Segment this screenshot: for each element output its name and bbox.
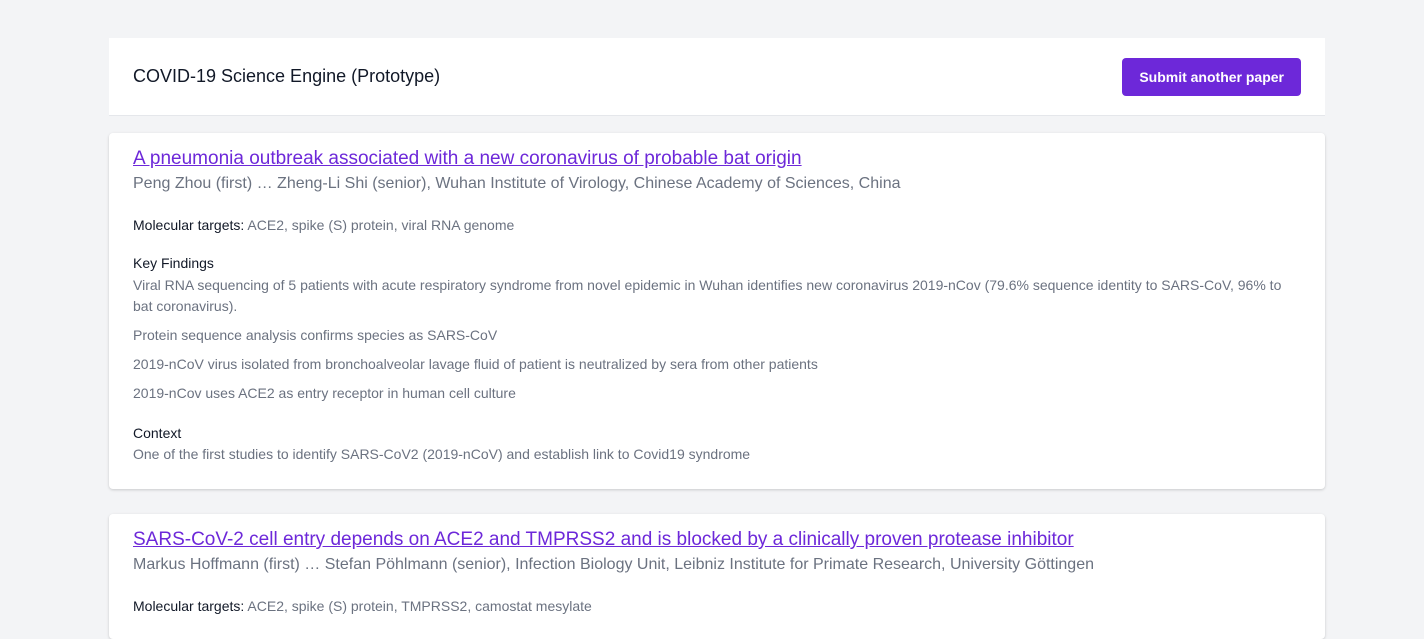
app-title: COVID-19 Science Engine (Prototype)	[133, 66, 441, 86]
finding-item: Viral RNA sequencing of 5 patients with …	[133, 277, 1282, 314]
finding-item: 2019-nCoV virus isolated from bronchoalv…	[133, 356, 818, 372]
molecular-targets-value: ACE2, spike (S) protein, viral RNA genom…	[247, 217, 515, 233]
finding-item: 2019-nCov uses ACE2 as entry receptor in…	[133, 385, 516, 401]
paper-title-link[interactable]: SARS-CoV-2 cell entry depends on ACE2 an…	[133, 528, 1074, 552]
paper-authors: Peng Zhou (first) … Zheng-Li Shi (senior…	[133, 175, 901, 192]
submit-another-paper-button[interactable]: Submit another paper	[1122, 57, 1301, 96]
paper-authors: Markus Hoffmann (first) … Stefan Pöhlman…	[133, 556, 1094, 573]
molecular-targets-label: Molecular targets:	[133, 217, 245, 233]
paper-title-link[interactable]: A pneumonia outbreak associated with a n…	[133, 147, 802, 171]
finding-item: Protein sequence analysis confirms speci…	[133, 327, 498, 343]
molecular-targets-value: ACE2, spike (S) protein, TMPRSS2, camost…	[247, 598, 592, 614]
molecular-targets-label: Molecular targets:	[133, 598, 245, 614]
context-heading: Context	[133, 425, 182, 441]
key-findings-heading: Key Findings	[133, 255, 214, 271]
paper-card: SARS-CoV-2 cell entry depends on ACE2 an…	[109, 514, 1325, 639]
molecular-targets: Molecular targets: ACE2, spike (S) prote…	[133, 216, 1301, 234]
main-container: COVID-19 Science Engine (Prototype) Subm…	[109, 38, 1325, 639]
paper-card: A pneumonia outbreak associated with a n…	[109, 133, 1325, 489]
context-text: One of the first studies to identify SAR…	[133, 446, 751, 462]
molecular-targets: Molecular targets: ACE2, spike (S) prote…	[133, 597, 1301, 615]
app-header: COVID-19 Science Engine (Prototype) Subm…	[109, 38, 1325, 116]
